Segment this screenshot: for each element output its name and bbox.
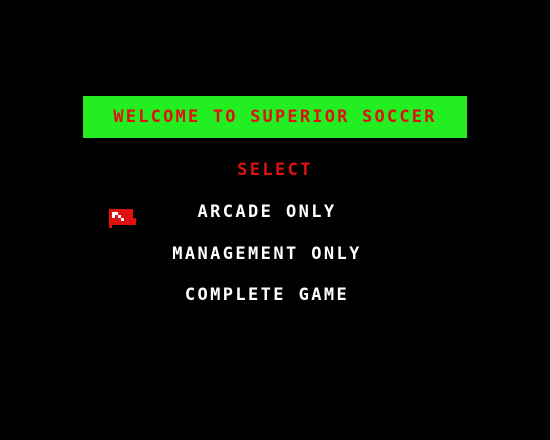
game-screen: WELCOME TO SUPERIOR SOCCER SELECT ARCADE…	[0, 0, 550, 440]
title-banner: WELCOME TO SUPERIOR SOCCER	[83, 96, 467, 138]
pointing-hand-icon	[109, 209, 136, 228]
menu-item-management-only[interactable]: MANAGEMENT ONLY	[0, 244, 542, 264]
menu-item-complete-game[interactable]: COMPLETE GAME	[0, 285, 542, 305]
select-heading: SELECT	[237, 160, 313, 180]
menu-item-arcade-only[interactable]: ARCADE ONLY	[0, 202, 542, 222]
game-title: WELCOME TO SUPERIOR SOCCER	[113, 107, 437, 127]
